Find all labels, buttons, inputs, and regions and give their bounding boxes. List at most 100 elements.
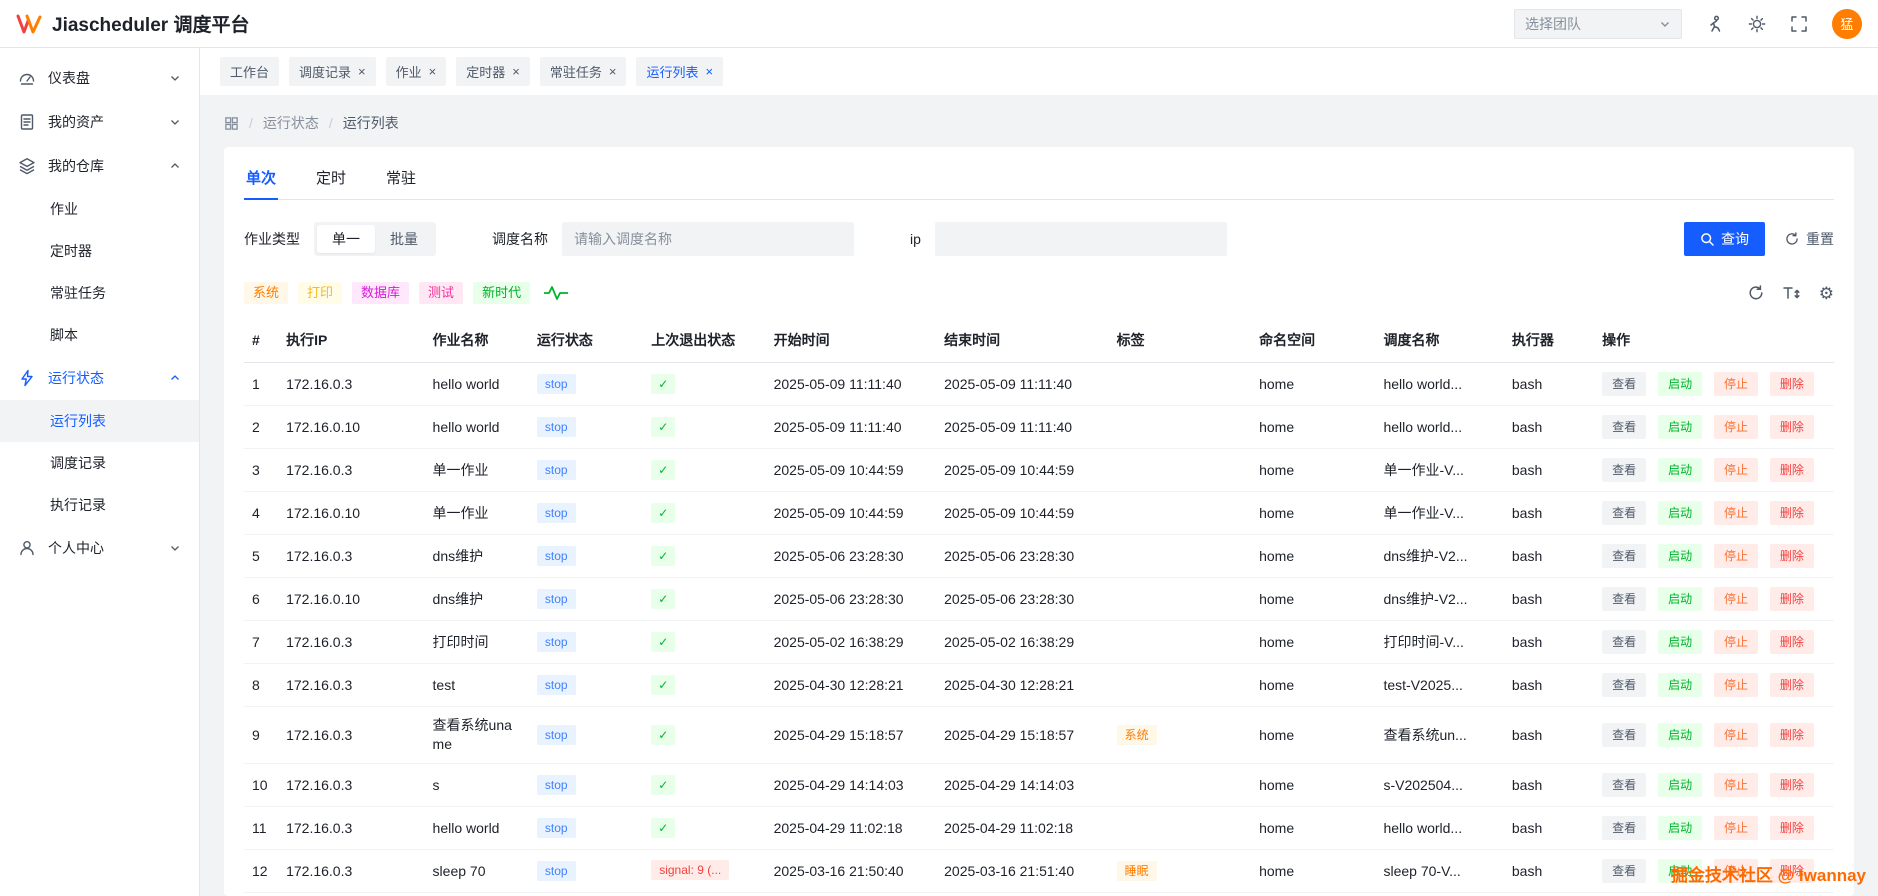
tag-system[interactable]: 系统 <box>244 282 289 304</box>
tab-run-list[interactable]: 运行列表 × <box>636 57 724 86</box>
dashboard-icon <box>19 73 35 85</box>
start-button[interactable]: 启动 <box>1658 773 1703 797</box>
start-button[interactable]: 启动 <box>1658 544 1703 568</box>
stop-button[interactable]: 停止 <box>1713 501 1758 525</box>
view-button[interactable]: 查看 <box>1602 415 1647 439</box>
tab-jobs[interactable]: 作业 × <box>385 57 447 86</box>
sidebar-item-jobs[interactable]: 作业 <box>0 188 199 230</box>
team-select[interactable]: 选择团队 <box>1514 8 1682 39</box>
view-button[interactable]: 查看 <box>1602 372 1647 396</box>
reset-button[interactable]: 重置 <box>1785 229 1834 249</box>
delete-button[interactable]: 删除 <box>1769 723 1814 747</box>
sidebar-item-schedule-records[interactable]: 调度记录 <box>0 442 199 484</box>
stop-button[interactable]: 停止 <box>1713 723 1758 747</box>
start-button[interactable]: 启动 <box>1658 816 1703 840</box>
sidebar-item-personal-center[interactable]: 个人中心 <box>0 526 199 570</box>
start-button[interactable]: 启动 <box>1658 501 1703 525</box>
avatar-text: 猛 <box>1840 17 1854 32</box>
view-button[interactable]: 查看 <box>1602 773 1647 797</box>
delete-button[interactable]: 删除 <box>1769 773 1814 797</box>
job-type-batch-button[interactable]: 批量 <box>375 225 433 253</box>
sidebar-item-timers[interactable]: 定时器 <box>0 230 199 272</box>
tab-label: 作业 <box>395 65 422 80</box>
sidebar-item-repo[interactable]: 我的仓库 <box>0 144 199 188</box>
tag-test[interactable]: 测试 <box>419 282 464 304</box>
start-button[interactable]: 启动 <box>1658 458 1703 482</box>
delete-button[interactable]: 删除 <box>1769 458 1814 482</box>
page-tabstrip: 工作台 调度记录 × 作业 × 定时器 × 常驻任务 × 运行列表 × <box>200 48 1878 95</box>
tab-once[interactable]: 单次 <box>244 161 279 200</box>
delete-button[interactable]: 删除 <box>1769 544 1814 568</box>
tag-new-era[interactable]: 新时代 <box>473 282 531 304</box>
sidebar-item-assets[interactable]: 我的资产 <box>0 100 199 144</box>
view-button[interactable]: 查看 <box>1602 859 1647 883</box>
sidebar-item-dashboard[interactable]: 仪表盘 <box>0 56 199 100</box>
view-button[interactable]: 查看 <box>1602 630 1647 654</box>
tab-schedule-records[interactable]: 调度记录 × <box>289 57 376 86</box>
view-button[interactable]: 查看 <box>1602 501 1647 525</box>
delete-button[interactable]: 删除 <box>1769 587 1814 611</box>
tag-database[interactable]: 数据库 <box>352 282 410 304</box>
start-button[interactable]: 启动 <box>1658 587 1703 611</box>
tab-resident[interactable]: 常驻 <box>384 161 418 199</box>
font-size-icon[interactable] <box>1782 285 1801 301</box>
view-button[interactable]: 查看 <box>1602 723 1647 747</box>
start-button[interactable]: 启动 <box>1658 415 1703 439</box>
view-button[interactable]: 查看 <box>1602 673 1647 697</box>
sidebar-item-scripts[interactable]: 脚本 <box>0 314 199 356</box>
stop-button[interactable]: 停止 <box>1713 458 1758 482</box>
refresh-table-icon[interactable] <box>1748 285 1764 301</box>
stop-button[interactable]: 停止 <box>1713 773 1758 797</box>
delete-button[interactable]: 删除 <box>1769 501 1814 525</box>
view-button[interactable]: 查看 <box>1602 816 1647 840</box>
stop-button[interactable]: 停止 <box>1713 630 1758 654</box>
job-type-single-button[interactable]: 单一 <box>317 225 375 253</box>
start-button[interactable]: 启动 <box>1658 372 1703 396</box>
delete-button[interactable]: 删除 <box>1769 673 1814 697</box>
stop-button[interactable]: 停止 <box>1713 415 1758 439</box>
sidebar-item-run-list[interactable]: 运行列表 <box>0 400 199 442</box>
sidebar-item-exec-records[interactable]: 执行记录 <box>0 484 199 526</box>
tag-print[interactable]: 打印 <box>298 282 343 304</box>
settings-gear-icon[interactable]: ⚙ <box>1819 285 1834 302</box>
close-icon[interactable]: × <box>429 65 437 78</box>
avatar[interactable]: 猛 <box>1832 8 1862 39</box>
theme-sun-icon[interactable] <box>1748 15 1766 33</box>
delete-button[interactable]: 删除 <box>1769 630 1814 654</box>
ip-input[interactable] <box>934 222 1227 256</box>
status-badge: stop <box>536 861 576 881</box>
pulse-icon[interactable] <box>542 284 570 302</box>
apps-grid-icon[interactable] <box>224 116 239 131</box>
tab-timers[interactable]: 定时器 × <box>456 57 530 86</box>
view-button[interactable]: 查看 <box>1602 544 1647 568</box>
col-job-name: 作业名称 <box>424 318 529 363</box>
user-activity-icon[interactable] <box>1706 15 1724 33</box>
tab-scheduled[interactable]: 定时 <box>314 161 348 199</box>
sidebar-item-run-status[interactable]: 运行状态 <box>0 356 199 400</box>
breadcrumb-run-status[interactable]: 运行状态 <box>263 113 319 133</box>
delete-button[interactable]: 删除 <box>1769 415 1814 439</box>
stop-button[interactable]: 停止 <box>1713 372 1758 396</box>
fullscreen-icon[interactable] <box>1790 15 1808 33</box>
start-button[interactable]: 启动 <box>1658 673 1703 697</box>
view-button[interactable]: 查看 <box>1602 587 1647 611</box>
stop-button[interactable]: 停止 <box>1713 587 1758 611</box>
close-icon[interactable]: × <box>609 65 617 78</box>
sched-name-input[interactable] <box>562 222 854 256</box>
start-button[interactable]: 启动 <box>1658 723 1703 747</box>
close-icon[interactable]: × <box>512 65 520 78</box>
stop-button[interactable]: 停止 <box>1713 673 1758 697</box>
view-button[interactable]: 查看 <box>1602 458 1647 482</box>
start-button[interactable]: 启动 <box>1658 630 1703 654</box>
sidebar-item-resident-tasks[interactable]: 常驻任务 <box>0 272 199 314</box>
search-button[interactable]: 查询 <box>1684 222 1765 256</box>
delete-button[interactable]: 删除 <box>1769 816 1814 840</box>
tab-workbench[interactable]: 工作台 <box>220 57 280 86</box>
sidebar-item-label: 脚本 <box>50 327 78 343</box>
delete-button[interactable]: 删除 <box>1769 372 1814 396</box>
stop-button[interactable]: 停止 <box>1713 816 1758 840</box>
close-icon[interactable]: × <box>358 65 366 78</box>
close-icon[interactable]: × <box>705 65 713 78</box>
tab-resident-tasks[interactable]: 常驻任务 × <box>539 57 627 86</box>
stop-button[interactable]: 停止 <box>1713 544 1758 568</box>
